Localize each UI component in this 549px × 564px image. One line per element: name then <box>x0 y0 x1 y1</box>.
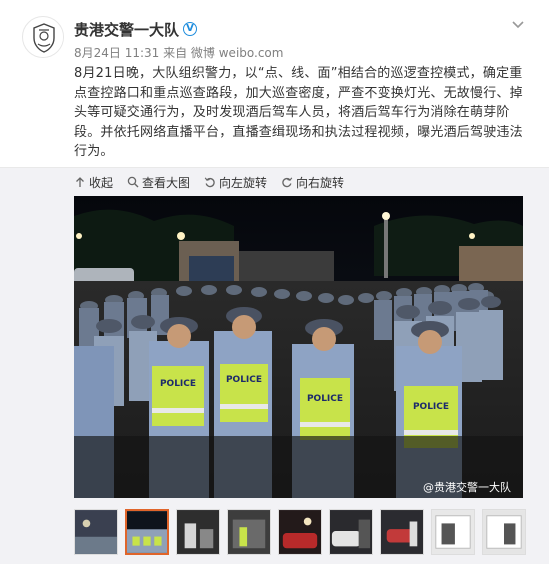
police-emblem-icon <box>24 18 63 57</box>
rotate-left-icon <box>204 177 215 188</box>
rotate-right-icon <box>282 177 293 188</box>
avatar[interactable] <box>22 16 64 58</box>
thumbnail-9[interactable] <box>482 509 526 555</box>
main-photo[interactable]: POLICE POLICE POLICE POLICE @贵港交警一大队 <box>74 196 523 498</box>
chevron-down-icon[interactable] <box>510 16 526 32</box>
rotate-left-label: 向左旋转 <box>219 175 268 190</box>
rotate-left-button[interactable]: 向左旋转 <box>204 175 268 190</box>
arrow-up-icon <box>76 177 84 187</box>
vest-label: POLICE <box>307 394 343 404</box>
media-toolbar: 收起 查看大图 向左旋转 向右旋转 <box>74 175 358 190</box>
vest-label: POLICE <box>226 375 262 385</box>
police-lineup-photo: POLICE POLICE POLICE POLICE @贵港交警一大队 <box>74 196 523 498</box>
view-large-button[interactable]: 查看大图 <box>127 175 191 190</box>
thumbnail-1[interactable] <box>74 509 118 555</box>
post-meta: 8月24日 11:31 来自 微博 weibo.com <box>74 46 284 60</box>
magnifier-icon <box>127 176 139 188</box>
vest-label: POLICE <box>160 379 196 389</box>
rotate-right-button[interactable]: 向右旋转 <box>281 175 345 190</box>
post-text: 8月21日晚，大队组织警力，以“点、线、面”相结合的巡逻查控模式，确定重点查控路… <box>74 66 523 160</box>
thumbnail-6[interactable] <box>329 509 373 555</box>
weibo-post-card: 贵港交警一大队 V 8月24日 11:31 来自 微博 weibo.com 8月… <box>0 0 549 564</box>
account-name[interactable]: 贵港交警一大队 <box>74 19 179 40</box>
thumbnail-3[interactable] <box>176 509 220 555</box>
view-large-label: 查看大图 <box>142 175 191 190</box>
collapse-button[interactable]: 收起 <box>74 175 114 190</box>
verified-badge-icon[interactable]: V <box>183 22 198 36</box>
thumbnail-2-active[interactable] <box>125 509 169 555</box>
rotate-right-label: 向右旋转 <box>296 175 345 190</box>
thumbnail-5[interactable] <box>278 509 322 555</box>
thumbnail-7[interactable] <box>380 509 424 555</box>
photo-watermark: @贵港交警一大队 <box>423 480 511 494</box>
thumbnail-8[interactable] <box>431 509 475 555</box>
thumbnail-4[interactable] <box>227 509 271 555</box>
thumbnail-strip <box>74 509 533 557</box>
account-name-row: 贵港交警一大队 V <box>74 19 198 40</box>
collapse-label: 收起 <box>89 175 114 190</box>
vest-label: POLICE <box>413 402 449 412</box>
